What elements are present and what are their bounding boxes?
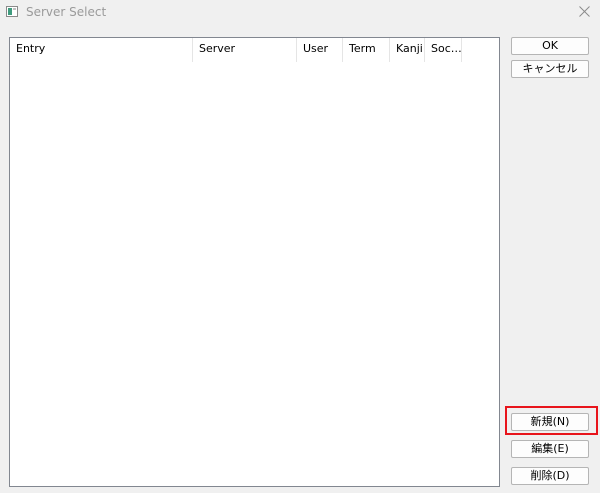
ok-button[interactable]: OK (511, 37, 589, 55)
server-list[interactable]: Entry Server User Term Kanji Soc… (9, 37, 500, 487)
column-header-kanji[interactable]: Kanji (390, 38, 425, 62)
window-title: Server Select (26, 5, 107, 19)
delete-button[interactable]: 削除(D) (511, 467, 589, 485)
list-header: Entry Server User Term Kanji Soc… (10, 38, 499, 62)
cancel-button[interactable]: キャンセル (511, 60, 589, 78)
close-icon (579, 6, 590, 17)
edit-button[interactable]: 編集(E) (511, 440, 589, 458)
column-header-term[interactable]: Term (343, 38, 390, 62)
column-header-socket[interactable]: Soc… (425, 38, 462, 62)
new-button[interactable]: 新規(N) (511, 413, 589, 431)
column-header-user[interactable]: User (297, 38, 343, 62)
column-header-entry[interactable]: Entry (10, 38, 193, 62)
title-bar: Server Select (0, 0, 600, 28)
app-window-icon (6, 6, 18, 17)
close-button[interactable] (570, 0, 598, 26)
column-header-server[interactable]: Server (193, 38, 297, 62)
